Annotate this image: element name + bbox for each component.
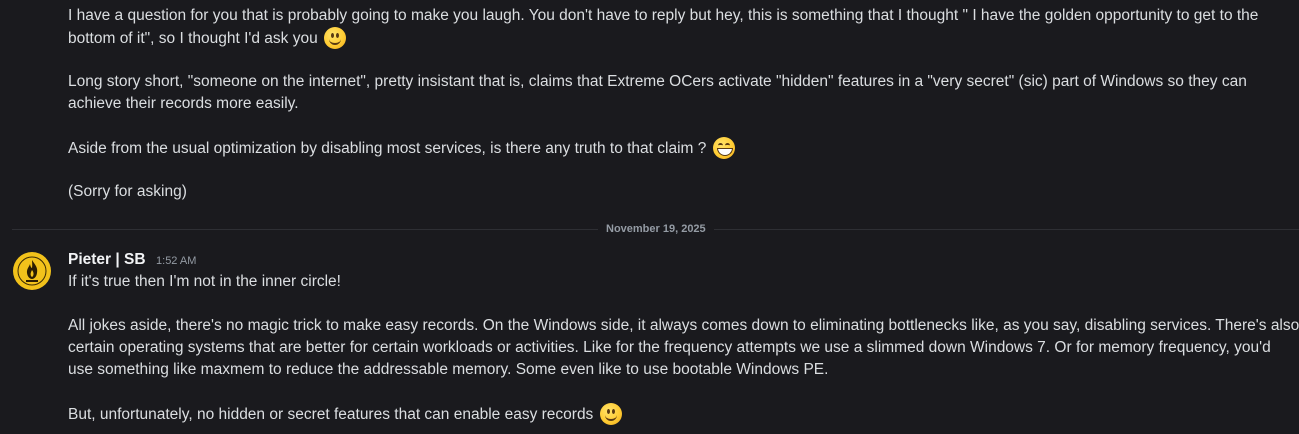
message-text-line: I have a question for you that is probab… (68, 7, 1259, 24)
message-text-line: All jokes aside, there's no magic trick … (68, 317, 1299, 334)
message-text-line: If it's true then I'm not in the inner c… (68, 273, 341, 290)
message-header: Pieter | SB 1:52 AM (68, 249, 196, 272)
message-text: But, unfortunately, no hidden or secret … (68, 406, 594, 423)
message-text-line: But, unfortunately, no hidden or secret … (68, 403, 622, 426)
message-paragraph: (Sorry for asking) (68, 181, 187, 203)
message-paragraph: But, unfortunately, no hidden or secret … (68, 403, 622, 426)
message-text-line: achieve their records more easily. (68, 95, 299, 112)
grin-icon[interactable] (712, 137, 735, 159)
message-text: bottom of it", so I thought I'd ask you (68, 30, 318, 47)
message-text-line: (Sorry for asking) (68, 183, 187, 200)
message-paragraph: Aside from the usual optimization by dis… (68, 137, 735, 160)
avatar[interactable] (13, 252, 51, 290)
message-timestamp[interactable]: 1:52 AM (156, 255, 196, 267)
message-text-line: Long story short, "someone on the intern… (68, 73, 1247, 90)
message-text-line: bottom of it", so I thought I'd ask you (68, 27, 1258, 50)
message-paragraph: I have a question for you that is probab… (68, 5, 1258, 50)
flame-logo-icon (14, 253, 50, 289)
message-paragraph: If it's true then I'm not in the inner c… (68, 271, 341, 293)
message-list: I have a question for you that is probab… (0, 0, 1299, 434)
message-paragraph: Long story short, "someone on the intern… (68, 71, 1247, 115)
message-text-line: Aside from the usual optimization by dis… (68, 137, 735, 160)
slight-smile-icon[interactable] (599, 403, 622, 425)
message-text-line: use something like maxmem to reduce the … (68, 361, 829, 378)
username[interactable]: Pieter | SB (68, 251, 146, 268)
message-text-line: certain operating systems that are bette… (68, 339, 1271, 356)
message-text: Aside from the usual optimization by dis… (68, 140, 707, 157)
date-divider-label: November 19, 2025 (598, 221, 714, 237)
message-paragraph: All jokes aside, there's no magic trick … (68, 315, 1299, 381)
slight-smile-icon[interactable] (324, 27, 347, 49)
